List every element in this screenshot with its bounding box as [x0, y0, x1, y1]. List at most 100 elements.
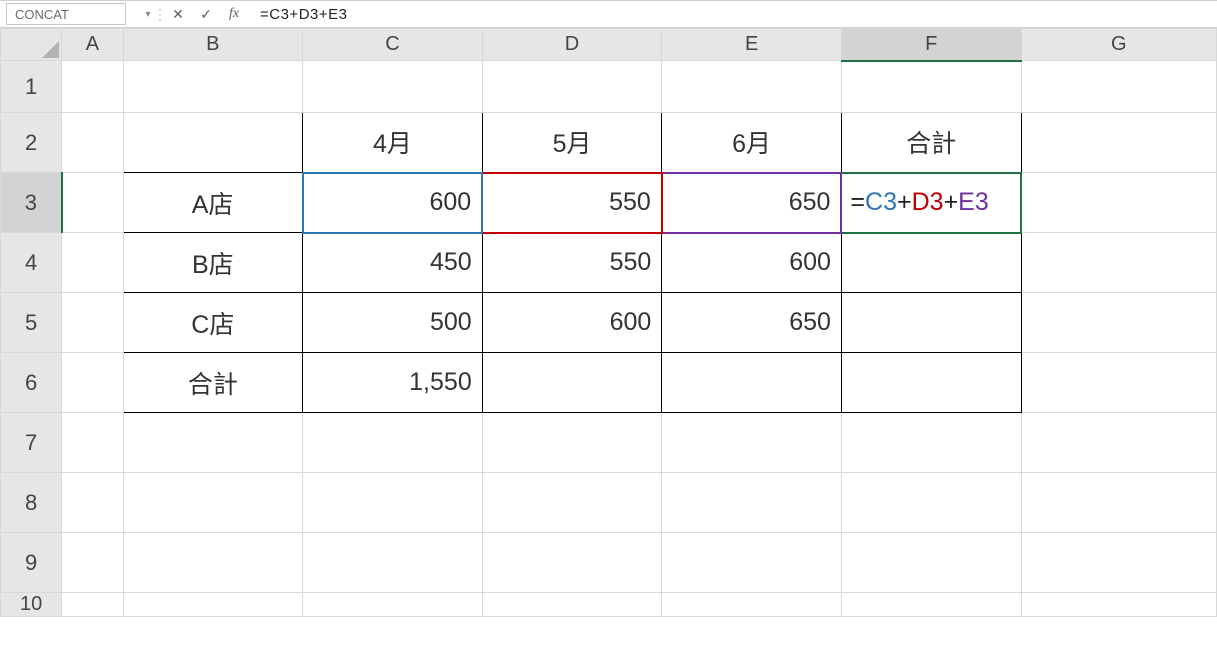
header-apr: 4月 — [303, 113, 482, 172]
cell-E1[interactable] — [662, 61, 842, 113]
cell-C8[interactable] — [303, 473, 483, 533]
row-header-5[interactable]: 5 — [1, 293, 62, 353]
cell-D5[interactable]: 600 — [482, 293, 662, 353]
cell-F5[interactable] — [841, 293, 1021, 353]
cell-A10[interactable] — [62, 593, 123, 617]
select-all-corner[interactable] — [1, 29, 62, 61]
cell-B9[interactable] — [123, 533, 303, 593]
cell-F6[interactable] — [841, 353, 1021, 413]
col-header-D[interactable]: D — [482, 29, 662, 61]
cell-G7[interactable] — [1021, 413, 1217, 473]
cell-F3[interactable]: =C3+D3+E3 — [841, 173, 1021, 233]
cell-D9[interactable] — [482, 533, 662, 593]
cell-B8[interactable] — [123, 473, 303, 533]
cell-B10[interactable] — [123, 593, 303, 617]
name-box[interactable] — [6, 3, 126, 25]
cell-A6[interactable] — [62, 353, 123, 413]
cell-G4[interactable] — [1021, 233, 1217, 293]
col-header-C[interactable]: C — [303, 29, 483, 61]
spreadsheet-grid: A B C D E F G 1 2 4月 5月 6月 合計 3 A店 600 5… — [0, 28, 1217, 617]
cell-C4[interactable]: 450 — [303, 233, 483, 293]
cell-D10[interactable] — [482, 593, 662, 617]
cell-A4[interactable] — [62, 233, 123, 293]
cell-G8[interactable] — [1021, 473, 1217, 533]
cell-A5[interactable] — [62, 293, 123, 353]
row-header-10[interactable]: 10 — [1, 593, 62, 617]
cell-C9[interactable] — [303, 533, 483, 593]
cell-D7[interactable] — [482, 413, 662, 473]
cell-C7[interactable] — [303, 413, 483, 473]
cell-B3[interactable]: A店 — [123, 173, 303, 233]
cell-B7[interactable] — [123, 413, 303, 473]
cell-D1[interactable] — [482, 61, 662, 113]
row-header-1[interactable]: 1 — [1, 61, 62, 113]
cell-F10[interactable] — [841, 593, 1021, 617]
cell-D2[interactable]: 5月 — [482, 113, 662, 173]
fx-button[interactable]: fx — [220, 3, 248, 25]
col-header-A[interactable]: A — [62, 29, 123, 61]
cell-B4[interactable]: B店 — [123, 233, 303, 293]
cell-F1[interactable] — [841, 61, 1021, 113]
cell-C10[interactable] — [303, 593, 483, 617]
row-header-3[interactable]: 3 — [1, 173, 62, 233]
cell-E7[interactable] — [662, 413, 842, 473]
row-header-4[interactable]: 4 — [1, 233, 62, 293]
cell-E8[interactable] — [662, 473, 842, 533]
col-header-F[interactable]: F — [841, 29, 1021, 61]
row-header-8[interactable]: 8 — [1, 473, 62, 533]
cell-G5[interactable] — [1021, 293, 1217, 353]
cell-G2[interactable] — [1021, 113, 1217, 173]
col-header-B[interactable]: B — [123, 29, 303, 61]
col-header-G[interactable]: G — [1021, 29, 1217, 61]
cell-A1[interactable] — [62, 61, 123, 113]
formula-bar: ▾ ⋮ ✕ ✓ fx — [0, 0, 1217, 28]
cell-B5[interactable]: C店 — [123, 293, 303, 353]
formula-input[interactable] — [248, 3, 1217, 25]
accept-button[interactable]: ✓ — [192, 3, 220, 25]
cell-B2[interactable] — [123, 113, 303, 173]
cell-F7[interactable] — [841, 413, 1021, 473]
cell-A9[interactable] — [62, 533, 123, 593]
cell-C5[interactable]: 500 — [303, 293, 483, 353]
accept-icon: ✓ — [200, 6, 212, 23]
cell-G1[interactable] — [1021, 61, 1217, 113]
row-header-9[interactable]: 9 — [1, 533, 62, 593]
cell-G6[interactable] — [1021, 353, 1217, 413]
col-header-E[interactable]: E — [662, 29, 842, 61]
cell-C2[interactable]: 4月 — [303, 113, 483, 173]
cell-E4[interactable]: 600 — [662, 233, 842, 293]
cell-A2[interactable] — [62, 113, 123, 173]
cell-D4[interactable]: 550 — [482, 233, 662, 293]
cancel-button[interactable]: ✕ — [164, 3, 192, 25]
cell-E9[interactable] — [662, 533, 842, 593]
cell-E3[interactable]: 650 — [662, 173, 842, 233]
cell-F8[interactable] — [841, 473, 1021, 533]
cell-G3[interactable] — [1021, 173, 1217, 233]
cell-A3[interactable] — [62, 173, 123, 233]
cell-G9[interactable] — [1021, 533, 1217, 593]
cell-C1[interactable] — [303, 61, 483, 113]
cell-E2[interactable]: 6月 — [662, 113, 842, 173]
cell-E5[interactable]: 650 — [662, 293, 842, 353]
cell-C3[interactable]: 600 — [303, 173, 483, 233]
cell-D3[interactable]: 550 — [482, 173, 662, 233]
cell-A7[interactable] — [62, 413, 123, 473]
cell-B1[interactable] — [123, 61, 303, 113]
row-header-7[interactable]: 7 — [1, 413, 62, 473]
val-sum-apr: 1,550 — [303, 353, 482, 412]
cell-F4[interactable] — [841, 233, 1021, 293]
store-b-label: B店 — [124, 233, 303, 292]
row-header-2[interactable]: 2 — [1, 113, 62, 173]
cell-F2[interactable]: 合計 — [841, 113, 1021, 173]
cell-D6[interactable] — [482, 353, 662, 413]
cell-D8[interactable] — [482, 473, 662, 533]
cell-C6[interactable]: 1,550 — [303, 353, 483, 413]
cell-B6[interactable]: 合計 — [123, 353, 303, 413]
val-a-apr: 600 — [304, 174, 482, 232]
row-header-6[interactable]: 6 — [1, 353, 62, 413]
cell-A8[interactable] — [62, 473, 123, 533]
cell-G10[interactable] — [1021, 593, 1217, 617]
cell-E10[interactable] — [662, 593, 842, 617]
cell-F9[interactable] — [841, 533, 1021, 593]
cell-E6[interactable] — [662, 353, 842, 413]
